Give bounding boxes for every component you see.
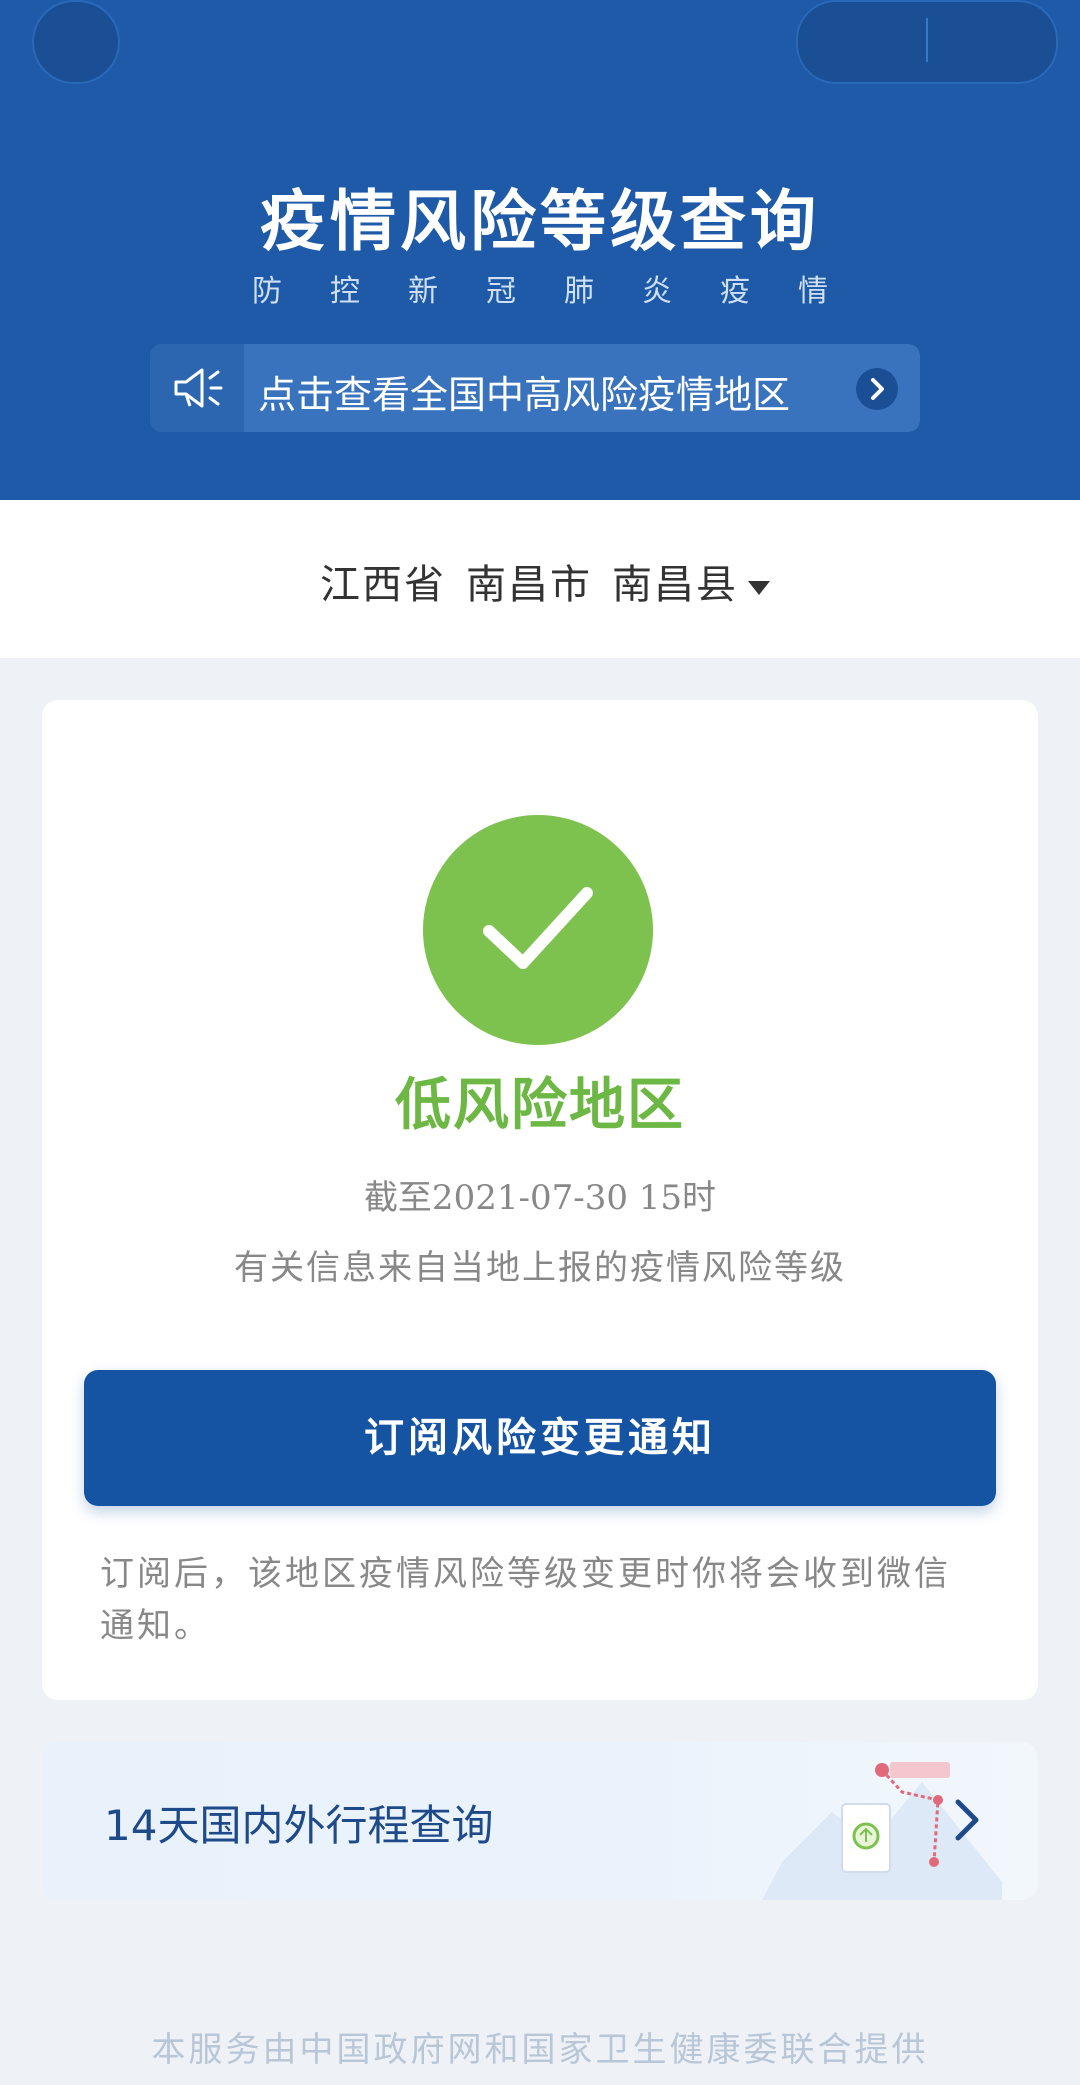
location-selector[interactable]: 江西省 南昌市 南昌县 (0, 500, 1080, 658)
high-risk-notice-bar[interactable]: 点击查看全国中高风险疫情地区 (150, 344, 920, 432)
update-time: 截至2021-07-30 15时 (363, 1178, 717, 1218)
city-label: 南昌市 (466, 562, 592, 608)
checkmark-icon (423, 815, 653, 1045)
page-title: 疫情风险等级查询 (260, 183, 820, 260)
capsule-divider (926, 18, 928, 62)
page-subtitle: 防控新冠肺炎疫情 (252, 274, 876, 309)
risk-result-card: 低风险地区 截至2021-07-30 15时 有关信息来自当地上报的疫情风险等级… (42, 700, 1038, 1700)
risk-level-label: 低风险地区 (395, 1072, 685, 1138)
province-label: 江西省 (320, 562, 446, 608)
chevron-right-icon (856, 368, 898, 410)
trip-query-label: 14天国内外行程查询 (104, 1801, 494, 1850)
back-button[interactable] (32, 0, 120, 84)
dropdown-triangle-icon (748, 581, 770, 595)
header-banner: 疫情风险等级查询 防控新冠肺炎疫情 点击查看全国中高风险疫情地区 (0, 0, 1080, 500)
location-text: 江西省 南昌市 南昌县 (0, 552, 1080, 610)
info-source-note: 有关信息来自当地上报的疫情风险等级 (234, 1248, 846, 1288)
subscribe-button[interactable]: 订阅风险变更通知 (84, 1370, 996, 1506)
subscribe-note: 订阅后，该地区疫情风险等级变更时你将会收到微信通知。 (100, 1554, 951, 1646)
trip-query-card[interactable]: 14天国内外行程查询 (42, 1742, 1038, 1900)
notice-text: 点击查看全国中高风险疫情地区 (258, 373, 791, 417)
chevron-right-icon (955, 1799, 979, 1841)
megaphone-icon (150, 344, 244, 432)
mini-program-capsule[interactable] (796, 0, 1058, 84)
footer-provider-note: 本服务由中国政府网和国家卫生健康委联合提供 (151, 2030, 929, 2070)
county-label: 南昌县 (612, 562, 738, 608)
